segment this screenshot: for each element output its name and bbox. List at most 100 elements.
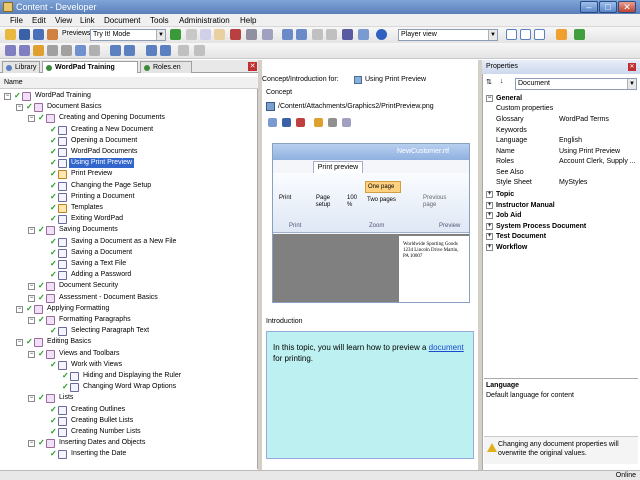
find-icon[interactable]	[246, 29, 257, 40]
open-icon[interactable]	[5, 29, 16, 40]
expand-toggle-icon[interactable]: −	[16, 104, 23, 112]
binoculars-icon[interactable]	[342, 29, 353, 40]
promote-icon[interactable]	[146, 45, 157, 56]
new-module-icon[interactable]	[5, 45, 16, 56]
properties-icon[interactable]	[61, 45, 72, 56]
cut-icon[interactable]	[186, 29, 197, 40]
edit-icon[interactable]	[314, 118, 323, 127]
publish-icon[interactable]	[47, 29, 58, 40]
expand-toggle-icon[interactable]: −	[16, 305, 23, 313]
cut2-icon[interactable]	[178, 45, 189, 56]
move-up-icon[interactable]	[110, 45, 121, 56]
tree-node[interactable]: − ✓ Editing Basics	[0, 337, 256, 348]
expand-toggle-icon[interactable]: −	[28, 283, 35, 291]
tree-node[interactable]: ✓ Selecting Paragraph Text	[0, 326, 256, 337]
property-value[interactable]: Account Clerk, Supply ...	[559, 157, 636, 167]
alpha-sort-icon[interactable]: ↓	[500, 78, 510, 88]
property-row[interactable]: Keywords	[484, 126, 638, 136]
menu-document[interactable]: Document	[104, 16, 140, 25]
tree-node[interactable]: ✓ Templates	[0, 203, 256, 214]
delete-icon[interactable]	[230, 29, 241, 40]
menu-help[interactable]: Help	[240, 16, 256, 25]
property-row[interactable]: Roles Account Clerk, Supply ...	[484, 157, 638, 167]
settings-icon[interactable]	[328, 118, 337, 127]
minimize-button[interactable]: –	[580, 1, 598, 13]
expand-icon[interactable]: +	[486, 191, 493, 198]
tree-node[interactable]: ✓ Creating a New Document	[0, 125, 256, 136]
tree-node[interactable]: − ✓ Lists	[0, 393, 256, 404]
expand-toggle-icon[interactable]: −	[28, 395, 35, 403]
group-general[interactable]: − General	[484, 94, 638, 104]
tree-node[interactable]: ✓ Creating Number Lists	[0, 427, 256, 438]
demote-icon[interactable]	[160, 45, 171, 56]
tree-node[interactable]: ✓ Saving a Document as a New File	[0, 237, 256, 248]
property-row[interactable]: Style Sheet MyStyles	[484, 178, 638, 188]
link-icon[interactable]	[358, 29, 369, 40]
tree-node[interactable]: ✓ Hiding and Displaying the Ruler	[0, 371, 256, 382]
new-section-icon[interactable]	[19, 45, 30, 56]
outline-tree[interactable]: − ✓ WordPad Training − ✓ Document Basics − ✓ Cre…	[0, 89, 258, 469]
tree-node[interactable]: − ✓ WordPad Training	[0, 91, 256, 102]
expand-toggle-icon[interactable]: −	[28, 440, 35, 448]
tree-node[interactable]: − ✓ Inserting Dates and Objects	[0, 438, 256, 449]
tree-node[interactable]: − ✓ Document Basics	[0, 102, 256, 113]
property-group[interactable]: + Job Aid	[484, 211, 638, 221]
new-topic-icon[interactable]	[33, 45, 44, 56]
expand-icon[interactable]: +	[486, 212, 493, 219]
unlink-icon[interactable]	[89, 45, 100, 56]
tree-node[interactable]: − ✓ Formatting Paragraphs	[0, 315, 256, 326]
move-down-icon[interactable]	[124, 45, 135, 56]
tree-node[interactable]: − ✓ Assessment - Document Basics	[0, 293, 256, 304]
property-row[interactable]: Glossary WordPad Terms	[484, 115, 638, 125]
property-row[interactable]: Language English	[484, 136, 638, 146]
property-row[interactable]: Name Using Print Preview	[484, 147, 638, 157]
paste-icon[interactable]	[214, 29, 225, 40]
zoom-icon[interactable]	[342, 118, 351, 127]
close-tab-icon[interactable]: ✕	[248, 62, 257, 71]
menu-tools[interactable]: Tools	[150, 16, 169, 25]
property-group[interactable]: + Test Document	[484, 232, 638, 242]
tree-node[interactable]: ✓ Changing the Page Setup	[0, 181, 256, 192]
undo-icon[interactable]	[282, 29, 293, 40]
property-group[interactable]: + Workflow	[484, 243, 638, 253]
close-button[interactable]: ✕	[618, 1, 636, 13]
help-icon[interactable]	[376, 29, 387, 40]
tree-node[interactable]: ✓ Adding a Password	[0, 270, 256, 281]
link-icon[interactable]	[268, 118, 277, 127]
outdent-icon[interactable]	[312, 29, 323, 40]
tree-node[interactable]: ✓ Saving a Document	[0, 248, 256, 259]
property-value[interactable]: MyStyles	[559, 178, 587, 188]
intro-text[interactable]: In this topic, you will learn how to pre…	[266, 331, 474, 459]
tree-node[interactable]: − ✓ Saving Documents	[0, 225, 256, 236]
preview-mode-select[interactable]: Try It! Mode ▼	[90, 29, 166, 41]
tree-node[interactable]: ✓ Printing a Document	[0, 192, 256, 203]
record-icon[interactable]	[47, 45, 58, 56]
copy2-icon[interactable]	[194, 45, 205, 56]
property-group[interactable]: + System Process Document	[484, 222, 638, 232]
tree-node[interactable]: ✓ WordPad Documents	[0, 147, 256, 158]
link-doc-icon[interactable]	[75, 45, 86, 56]
tree-node[interactable]: ✓ Exiting WordPad	[0, 214, 256, 225]
menu-file[interactable]: File	[10, 16, 23, 25]
go-icon[interactable]	[170, 29, 181, 40]
tab-library[interactable]: Library	[2, 61, 40, 73]
layout-active-icon[interactable]	[556, 29, 567, 40]
property-group[interactable]: + Topic	[484, 190, 638, 200]
save-all-icon[interactable]	[33, 29, 44, 40]
tree-node[interactable]: − ✓ Creating and Opening Documents	[0, 113, 256, 124]
tree-node[interactable]: ✓ Print Preview	[0, 169, 256, 180]
expand-icon[interactable]: +	[486, 222, 493, 230]
save-icon[interactable]	[19, 29, 30, 40]
tree-node[interactable]: ✓ Inserting the Date	[0, 449, 256, 460]
layout-3-icon[interactable]	[534, 29, 545, 40]
properties-object-select[interactable]: Document ▼	[515, 78, 637, 90]
property-value[interactable]: Using Print Preview	[559, 147, 620, 157]
replace-icon[interactable]	[262, 29, 273, 40]
menu-edit[interactable]: Edit	[32, 16, 46, 25]
expand-icon[interactable]: +	[486, 201, 493, 209]
menu-view[interactable]: View	[55, 16, 72, 25]
redo-icon[interactable]	[296, 29, 307, 40]
expand-toggle-icon[interactable]: −	[28, 350, 35, 358]
view-select[interactable]: Player view ▼	[398, 29, 498, 41]
tab-wordpad-training[interactable]: WordPad Training	[42, 61, 138, 73]
